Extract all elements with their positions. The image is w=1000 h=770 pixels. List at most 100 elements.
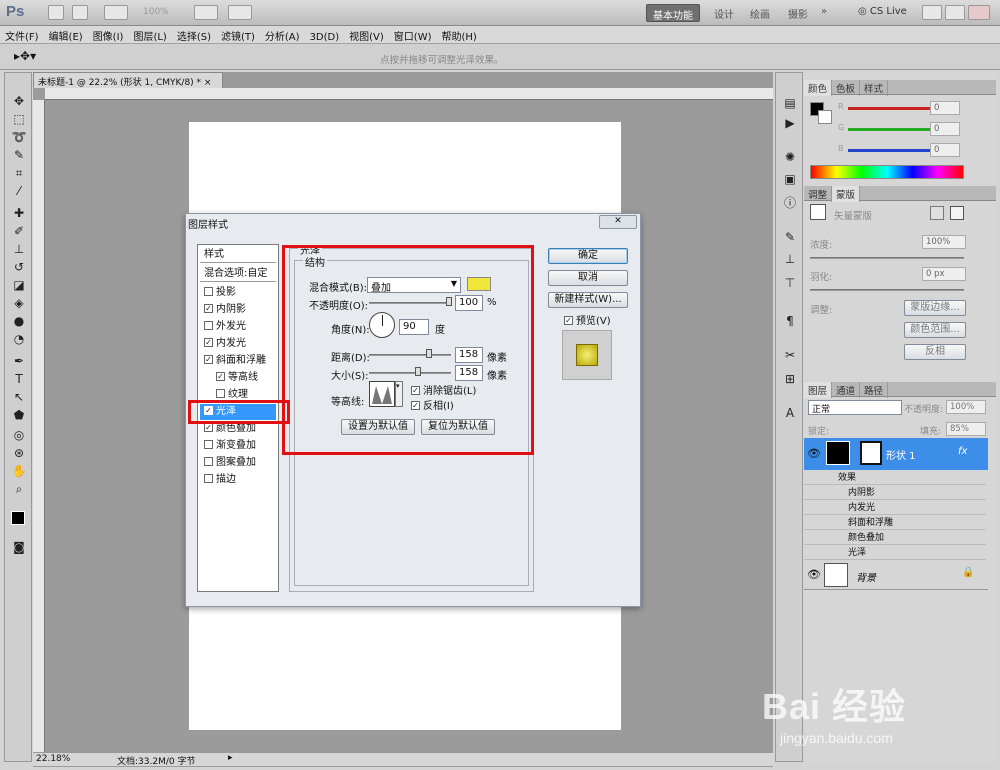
menu-3d[interactable]: 3D(D) [305, 30, 345, 45]
move-tool-preset-icon[interactable]: ▸✥▾ [14, 49, 36, 63]
actions-panel-icon[interactable]: ▶ [782, 115, 798, 131]
style-item-bevel-emboss[interactable]: 斜面和浮雕 [200, 353, 276, 369]
tab-paths[interactable]: 路径 [860, 382, 889, 398]
move-tool-icon[interactable]: ✥ [11, 93, 27, 109]
effect-row-color-overlay[interactable]: 颜色叠加 [804, 530, 986, 545]
fx-icon[interactable]: fx [958, 446, 967, 457]
close-icon[interactable] [968, 5, 990, 20]
menu-image[interactable]: 图像(I) [88, 26, 129, 45]
workspace-design[interactable]: 设计 [708, 4, 740, 22]
blur-tool-icon[interactable]: ● [11, 313, 27, 329]
menu-analysis[interactable]: 分析(A) [260, 26, 305, 45]
tab-color[interactable]: 颜色 [804, 80, 833, 96]
styles-header[interactable]: 样式 [200, 247, 276, 263]
dialog-close-button[interactable]: ✕ [599, 215, 637, 229]
workspace-essentials[interactable]: 基本功能 [646, 4, 700, 22]
fill-field[interactable]: 85% [946, 422, 986, 436]
color-spectrum-bar[interactable] [810, 165, 964, 179]
effect-row-bevel[interactable]: 斜面和浮雕 [804, 515, 986, 530]
blend-options-item[interactable]: 混合选项:自定 [200, 266, 276, 282]
feather-slider[interactable] [810, 289, 964, 291]
brush-tool-icon[interactable]: ✐ [11, 223, 27, 239]
tab-adjustments[interactable]: 调整 [804, 186, 833, 202]
color-slider-g[interactable]: G [834, 123, 984, 137]
arrange-documents-icon[interactable] [194, 5, 218, 20]
status-zoom[interactable]: 22.18% [36, 754, 70, 764]
quick-mask-icon[interactable]: ◙ [11, 539, 27, 555]
workspace-painting[interactable]: 绘画 [744, 4, 776, 22]
history-panel-icon[interactable]: ▤ [782, 95, 798, 111]
foreground-color-swatch[interactable] [11, 511, 25, 525]
hand-tool-icon[interactable]: ✋ [11, 463, 27, 479]
density-field[interactable]: 100% [922, 235, 966, 249]
ok-button[interactable]: 确定 [548, 248, 628, 264]
red-value-field[interactable]: 0 [930, 101, 960, 115]
path-selection-tool-icon[interactable]: ↖ [11, 389, 27, 405]
effects-row[interactable]: 效果 [804, 470, 986, 485]
effect-row-inner-glow[interactable]: 内发光 [804, 500, 986, 515]
view-extras-icon[interactable] [104, 5, 128, 20]
menu-layer[interactable]: 图层(L) [128, 26, 171, 45]
layer-row-shape-1[interactable]: 👁 形状 1 fx [804, 438, 988, 470]
style-item-gradient-overlay[interactable]: 渐变叠加 [200, 438, 276, 454]
status-menu-arrow-icon[interactable]: ▸ [228, 753, 233, 763]
type-tool-icon[interactable]: T [11, 371, 27, 387]
pen-tool-icon[interactable]: ✒ [11, 353, 27, 369]
tab-layers[interactable]: 图层 [804, 382, 833, 398]
checkbox[interactable] [204, 320, 213, 330]
checkbox[interactable] [216, 371, 225, 381]
background-layer-name[interactable]: 背景 [856, 569, 876, 584]
style-item-pattern-overlay[interactable]: 图案叠加 [200, 455, 276, 471]
minimize-icon[interactable] [922, 5, 942, 20]
new-style-button[interactable]: 新建样式(W)... [548, 292, 628, 308]
vector-mask-button-icon[interactable] [950, 206, 964, 220]
paint-bucket-tool-icon[interactable]: ◈ [11, 295, 27, 311]
menu-select[interactable]: 选择(S) [172, 26, 216, 45]
more-workspaces-icon[interactable]: » [815, 4, 833, 22]
menu-window[interactable]: 窗口(W) [389, 26, 437, 45]
history-brush-tool-icon[interactable]: ↺ [11, 259, 27, 275]
menu-help[interactable]: 帮助(H) [437, 26, 482, 45]
restore-icon[interactable] [945, 5, 965, 20]
quick-select-tool-icon[interactable]: ✎ [11, 147, 27, 163]
layer-comps-panel-icon[interactable]: ⊞ [782, 371, 798, 387]
layer-row-background[interactable]: 👁 背景 🔒 [804, 560, 988, 590]
color-range-button[interactable]: 颜色范围... [904, 322, 966, 338]
3d-orbit-tool-icon[interactable]: ⊛ [11, 445, 27, 461]
background-color-swatch[interactable] [818, 110, 832, 124]
style-item-contour[interactable]: 等高线 [212, 370, 276, 386]
document-tab[interactable]: 未标题-1 @ 22.2% (形状 1, CMYK/8) * × [33, 72, 223, 88]
marquee-tool-icon[interactable]: ⬚ [11, 111, 27, 127]
workspace-photography[interactable]: 摄影 [782, 4, 814, 22]
3d-rotate-tool-icon[interactable]: ◎ [11, 427, 27, 443]
layer-opacity-field[interactable]: 100% [946, 400, 986, 414]
pixel-mask-button-icon[interactable] [930, 206, 944, 220]
green-value-field[interactable]: 0 [930, 122, 960, 136]
menu-filter[interactable]: 滤镜(T) [216, 26, 260, 45]
checkbox[interactable] [216, 388, 225, 398]
effect-row-satin[interactable]: 光泽 [804, 545, 986, 560]
bridge-icon[interactable] [48, 5, 64, 20]
density-slider[interactable] [810, 257, 964, 259]
healing-brush-tool-icon[interactable]: ✚ [11, 205, 27, 221]
style-item-inner-shadow[interactable]: 内阴影 [200, 302, 276, 318]
checkbox[interactable] [204, 337, 213, 347]
tab-swatches[interactable]: 色板 [832, 80, 861, 96]
mask-edge-button[interactable]: 蒙版边缘... [904, 300, 966, 316]
checkbox[interactable] [204, 473, 213, 483]
screen-mode-icon[interactable] [228, 5, 252, 20]
blue-value-field[interactable]: 0 [930, 143, 960, 157]
preview-checkbox[interactable] [564, 315, 573, 325]
visibility-eye-icon[interactable]: 👁 [807, 447, 821, 460]
clone-source-panel-icon[interactable]: ⊥ [782, 251, 798, 267]
mini-bridge-icon[interactable] [72, 5, 88, 20]
style-item-drop-shadow[interactable]: 投影 [200, 285, 276, 301]
animation-panel-icon[interactable]: ✂ [782, 347, 798, 363]
style-item-inner-glow[interactable]: 内发光 [200, 336, 276, 352]
tab-styles[interactable]: 样式 [860, 80, 889, 96]
checkbox[interactable] [204, 354, 213, 364]
menu-edit[interactable]: 编辑(E) [44, 26, 88, 45]
layer-name[interactable]: 形状 1 [886, 447, 916, 462]
menu-view[interactable]: 视图(V) [344, 26, 389, 45]
color-slider-b[interactable]: B [834, 144, 984, 158]
